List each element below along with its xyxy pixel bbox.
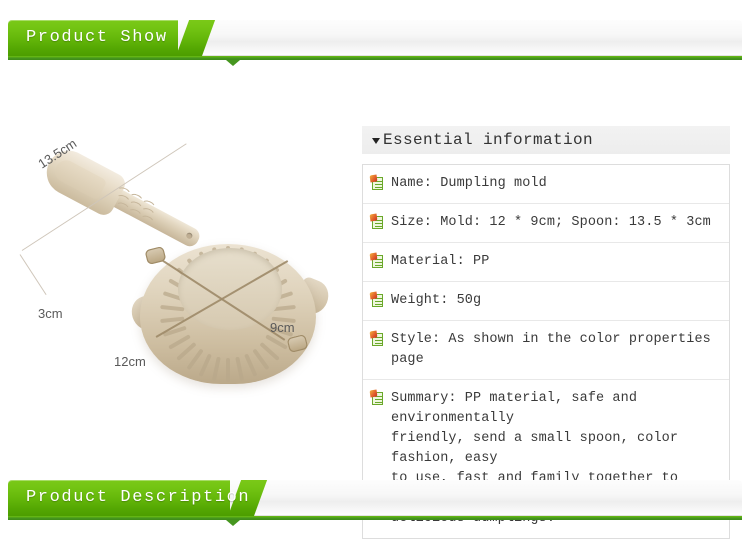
- product-photo-stage: 13.5cm 3cm 9cm 12cm: [14, 90, 350, 440]
- banner-underline: [8, 516, 742, 520]
- note-icon: [369, 291, 384, 307]
- product-photo: 13.5cm 3cm 9cm 12cm: [14, 90, 350, 440]
- mold-cavity: [178, 248, 282, 330]
- essential-information-header[interactable]: Essential information: [362, 126, 730, 154]
- list-item-text: Material: PP: [391, 254, 490, 269]
- note-icon: [369, 330, 384, 346]
- list-item: Name: Dumpling mold: [363, 165, 729, 204]
- list-item: Material: PP: [363, 243, 729, 282]
- note-icon: [369, 252, 384, 268]
- product-mold-illustration: [127, 218, 334, 394]
- dimension-label-spoon-width: 3cm: [38, 306, 63, 321]
- banner-arrow-icon: [226, 60, 240, 66]
- dimension-label-mold-width: 12cm: [114, 354, 146, 369]
- section-title-product-show: Product Show: [26, 28, 168, 47]
- list-item-text: Name: Dumpling mold: [391, 176, 547, 191]
- essential-information-panel: Essential information Name: Dumpling mol…: [362, 126, 730, 539]
- section-title-product-description: Product Description: [26, 488, 251, 507]
- section-banner-product-description: Product Description: [8, 480, 742, 526]
- list-item-text: Size: Mold: 12 * 9cm; Spoon: 13.5 * 3cm: [391, 215, 711, 230]
- note-icon: [369, 213, 384, 229]
- list-item: Weight: 50g: [363, 282, 729, 321]
- banner-arrow-icon: [226, 520, 240, 526]
- list-item-text: Style: As shown in the color properties …: [391, 332, 720, 367]
- list-item: Style: As shown in the color properties …: [363, 321, 729, 380]
- essential-information-title: Essential information: [383, 131, 594, 149]
- note-icon: [369, 389, 384, 405]
- list-item: Size: Mold: 12 * 9cm; Spoon: 13.5 * 3cm: [363, 204, 729, 243]
- section-banner-product-show: Product Show: [8, 20, 742, 66]
- list-item-text: Weight: 50g: [391, 293, 482, 308]
- chevron-down-icon: [372, 138, 380, 144]
- banner-underline: [8, 56, 742, 60]
- note-icon: [369, 174, 384, 190]
- dimension-label-mold-height: 9cm: [270, 320, 295, 335]
- dim-guide-width: [19, 254, 47, 296]
